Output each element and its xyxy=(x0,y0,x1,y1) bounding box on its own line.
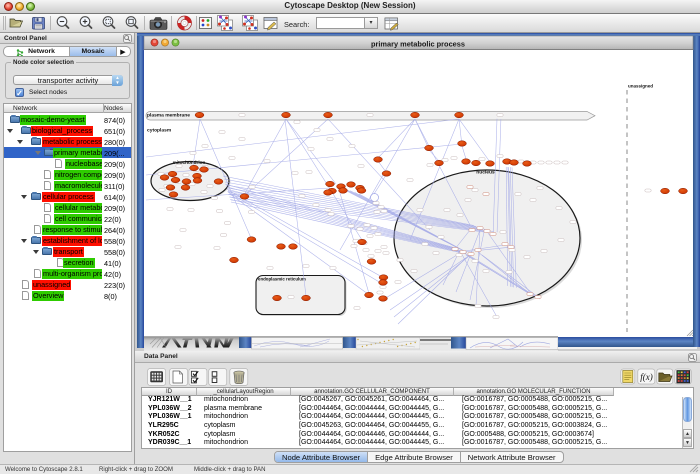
svg-text:nucleus: nucleus xyxy=(476,170,495,176)
svg-text:primary metabolic process: primary metabolic process xyxy=(371,40,465,49)
svg-text:plasma membrane: plasma membrane xyxy=(147,113,190,119)
svg-text:f(x): f(x) xyxy=(640,372,653,382)
svg-text:endoplasmic reticulum: endoplasmic reticulum xyxy=(258,277,306,282)
svg-text:cytoplasm: cytoplasm xyxy=(147,128,172,134)
svg-text:unassigned: unassigned xyxy=(628,84,653,89)
